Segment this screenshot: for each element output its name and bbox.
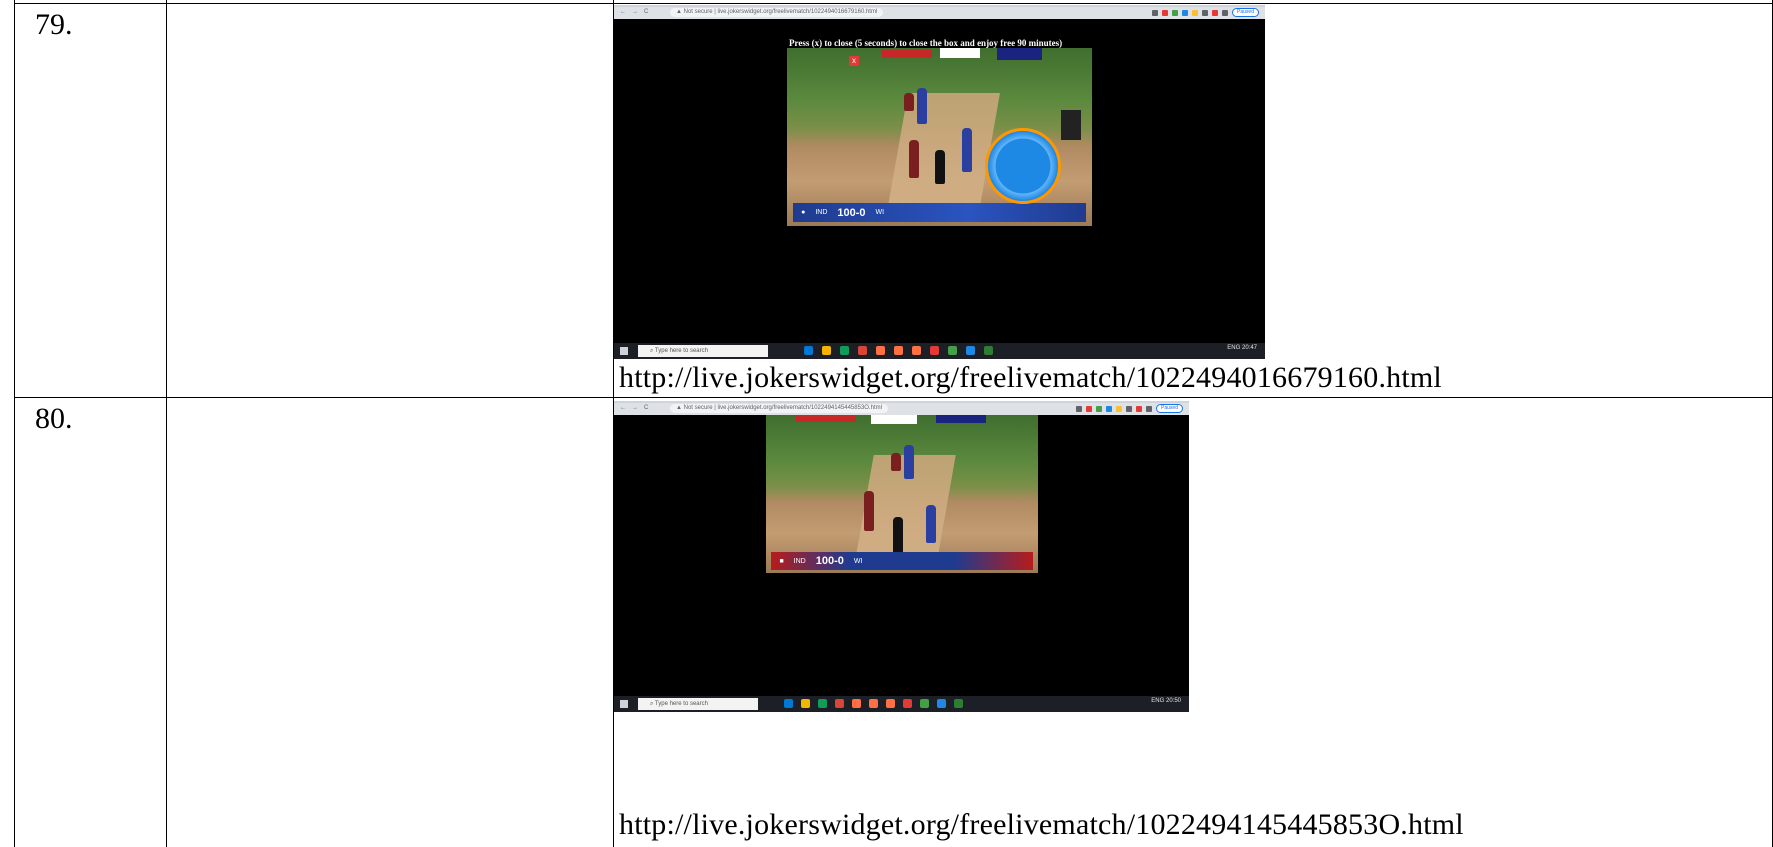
tab-strip [614,401,1189,403]
taskbar-search[interactable]: ⌕ Type here to search [638,698,758,710]
table-border-left [14,0,15,847]
player-keeper [904,93,914,111]
table-border-col1 [166,0,167,847]
overlay-message: Press (x) to close (5 seconds) to close … [789,38,1063,48]
player-batsman [917,88,927,124]
forward-icon: → [632,9,644,15]
source-url[interactable]: http://live.jokerswidget.org/freelivemat… [619,361,1442,395]
taskbar-apps [784,699,963,708]
nav-buttons: ←→C [620,405,654,411]
windows-icon[interactable] [620,347,628,355]
warning-icon: ▲ [676,405,684,411]
address-text: Not secure | live.jokerswidget.org/freel… [683,405,882,411]
player-umpire [893,517,903,557]
back-icon: ← [620,405,632,411]
ad-board-center [871,415,917,424]
back-icon: ← [620,9,632,15]
screenshot-80: ←→C ▲ Not secure | live.jokerswidget.org… [614,401,1189,712]
player-bowler [864,491,874,531]
player-batsman [904,445,914,479]
screenshot-79: ←→C ▲ Not secure | live.jokerswidget.org… [614,5,1265,359]
reload-icon: C [644,405,655,411]
taskbar-search[interactable]: ⌕ Type here to search [638,345,768,357]
player-umpire [935,150,945,184]
windows-icon[interactable] [620,700,628,708]
bell-icon[interactable] [985,128,1061,204]
table-row-divider [14,397,1773,398]
source-url[interactable]: http://live.jokerswidget.org/freelivemat… [619,808,1464,842]
ad-board-right [997,48,1042,60]
ad-board-left [882,50,932,58]
ad-board-left [796,415,856,422]
table-border-top [14,3,1773,4]
forward-icon: → [632,405,644,411]
warning-icon: ▲ [676,9,684,15]
player-runner [962,128,972,172]
nav-buttons: ←→C [620,9,654,15]
system-tray: ENG 20:50 [1151,698,1181,704]
windows-taskbar: ⌕ Type here to search ENG 20:50 [614,696,1189,712]
row-number: 79. [35,8,73,41]
reload-icon: C [644,9,655,15]
player-keeper [891,453,901,471]
address-bar: ▲ Not secure | live.jokerswidget.org/fre… [670,8,884,17]
browser-toolbar: ←→C ▲ Not secure | live.jokerswidget.org… [614,401,1189,415]
player-runner [926,505,936,543]
side-widget [1061,110,1081,140]
ad-board-right [936,415,986,423]
address-text: Not secure | live.jokerswidget.org/freel… [683,9,878,15]
paused-badge: Paused [1232,8,1259,17]
document-table: 79. ←→C ▲ Not secure | live.jokerswidget… [0,0,1773,847]
scoreboard: ● IND 100-0 WI [793,202,1086,223]
ad-board-center [940,48,980,58]
player-bowler [909,140,919,178]
close-icon[interactable]: x [849,56,859,66]
system-tray: ENG 20:47 [1227,345,1257,351]
extensions: Paused [1076,404,1183,413]
extensions: Paused [1152,8,1259,17]
row-number: 80. [35,402,73,435]
windows-taskbar: ⌕ Type here to search ENG 20:47 [614,343,1265,359]
address-bar: ▲ Not secure | live.jokerswidget.org/fre… [670,404,888,413]
taskbar-apps [804,346,993,355]
score-value: 100-0 [837,206,866,219]
score-value: 100-0 [815,555,844,568]
video-player: ■ IND 100-0 WI [766,415,1038,573]
paused-badge: Paused [1156,404,1183,413]
scoreboard: ■ IND 100-0 WI [771,552,1033,570]
browser-toolbar: ←→C ▲ Not secure | live.jokerswidget.org… [614,5,1265,19]
tab-strip [614,5,1265,7]
